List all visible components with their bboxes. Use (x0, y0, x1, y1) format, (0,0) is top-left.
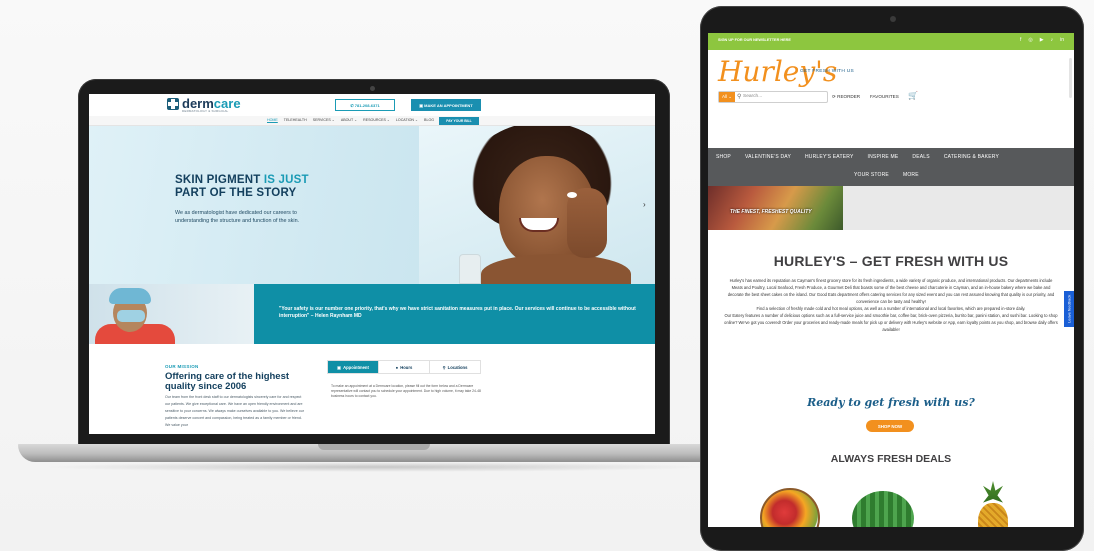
laptop-shadow (40, 462, 710, 472)
nurse-cap (109, 288, 151, 304)
nav-more[interactable]: MORE (903, 172, 919, 178)
info-tabs: ▣ Appointment ● Hours ⚲ Locations (327, 360, 481, 374)
nav-shop[interactable]: SHOP (716, 154, 731, 160)
deals-title: ALWAYS FRESH DEALS (830, 453, 952, 465)
nav-row-2: YOUR STORE MORE (854, 172, 919, 178)
tab-appointment[interactable]: ▣ Appointment (328, 361, 379, 373)
nav-eatery[interactable]: HURLEY'S EATERY (805, 154, 854, 160)
pin-icon: ⚲ (442, 364, 446, 370)
search-input[interactable]: Search... (743, 94, 762, 99)
laptop-camera (370, 86, 375, 91)
mission-title: Offering care of the highest quality sin… (165, 371, 290, 392)
mission-label: OUR MISSION (165, 364, 199, 369)
nav-home[interactable]: HOME (267, 118, 278, 122)
nav-services[interactable]: SERVICES ⌄ (313, 118, 335, 122)
linkedin-icon[interactable]: in (1060, 37, 1064, 43)
pay-bill-button[interactable]: PAY YOUR BILL (439, 117, 479, 125)
reorder-link[interactable]: ⟳ REORDER (832, 94, 860, 100)
hero-cream (567, 192, 577, 198)
hero-hand (567, 188, 607, 258)
derm-nav: HOME TELEHEALTH SERVICES ⌄ ABOUT ⌄ RESOU… (89, 116, 655, 126)
nav-row-1: SHOP VALENTINE'S DAY HURLEY'S EATERY INS… (716, 154, 999, 160)
newsletter-bar: SIGN UP FOR OUR NEWSLETTER HERE f ◎ ▶ ♪ … (708, 33, 1074, 50)
derm-hero: › (89, 126, 655, 284)
derm-header: dermcare DERMATOLOGY & SURGICAL ✆ 781-20… (89, 94, 655, 116)
nav-inspire[interactable]: INSPIRE ME (868, 154, 899, 160)
tab-body: To make an appointment at a Dermcare loc… (331, 384, 481, 398)
tiktok-icon[interactable]: ♪ (1051, 37, 1054, 43)
search-icon: ⚲ (737, 94, 742, 100)
hero-bottle (459, 254, 481, 284)
calendar-icon: ▣ (337, 364, 342, 370)
derm-logo-subtitle: DERMATOLOGY & SURGICAL (182, 109, 229, 113)
nav-location[interactable]: LOCATION ⌄ (396, 118, 418, 122)
newsletter-link[interactable]: SIGN UP FOR OUR NEWSLETTER HERE (718, 38, 791, 42)
mission-body: Our team from the front desk staff to ou… (165, 395, 304, 427)
laptop-notch (318, 444, 430, 450)
derm-nav-items: HOME TELEHEALTH SERVICES ⌄ ABOUT ⌄ RESOU… (267, 118, 457, 122)
tab-hours[interactable]: ● Hours (379, 361, 430, 373)
tablet-camera (890, 16, 896, 22)
nurse-mask (117, 310, 145, 322)
cta-heading: Ready to get fresh with us? (807, 396, 975, 409)
search-bar[interactable]: All ⌄ ⚲ Search... (718, 91, 828, 103)
scrollbar[interactable] (1069, 58, 1072, 98)
nurse-photo (89, 284, 254, 344)
nav-valentines[interactable]: VALENTINE'S DAY (745, 154, 791, 160)
nav-about[interactable]: ABOUT ⌄ (341, 118, 357, 122)
hero-title: SKIN PIGMENT IS JUST PART OF THE STORY (175, 174, 309, 199)
safety-quote: "Your safety is our number one priority,… (279, 306, 636, 319)
hurleys-title: HURLEY'S – GET FRESH WITH US (773, 253, 1009, 269)
hurleys-nav: SHOP VALENTINE'S DAY HURLEY'S EATERY INS… (708, 148, 1074, 186)
nav-resources[interactable]: RESOURCES ⌄ (363, 118, 390, 122)
social-links: f ◎ ▶ ♪ in (1020, 37, 1064, 43)
phone-button[interactable]: ✆ 781-208-6371 (335, 99, 395, 111)
facebook-icon[interactable]: f (1020, 37, 1021, 43)
promo-banner[interactable]: THE FINEST, FRESHEST QUALITY (708, 186, 843, 230)
nav-catering[interactable]: CATERING & BAKERY (944, 154, 999, 160)
body-paragraph-2: Find a selection of freshly made cold an… (756, 306, 1026, 311)
body-paragraph-3: Our Eatery features a number of deliciou… (724, 313, 1058, 332)
tab-locations[interactable]: ⚲ Locations (430, 361, 480, 373)
hurleys-tagline: GET FRESH WITH US (800, 69, 855, 74)
cart-icon[interactable]: 🛒 (908, 91, 918, 100)
nav-deals[interactable]: DEALS (912, 154, 929, 160)
fruit-basket-image[interactable] (760, 488, 820, 527)
watermelon-image[interactable] (852, 491, 914, 527)
search-category-select[interactable]: All ⌄ (719, 92, 735, 102)
instagram-icon[interactable]: ◎ (1028, 37, 1032, 43)
pineapple-image[interactable] (978, 503, 1008, 527)
tablet-screen: SIGN UP FOR OUR NEWSLETTER HERE f ◎ ▶ ♪ … (708, 33, 1074, 527)
slider-next-icon[interactable]: › (643, 200, 646, 209)
hero-body: We as dermatologist have dedicated our c… (175, 210, 300, 224)
cross-logo-icon (167, 98, 179, 110)
make-appointment-button[interactable]: ▣ MAKE AN APPOINTMENT (411, 99, 481, 111)
clock-icon: ● (395, 364, 399, 370)
shop-now-button[interactable]: SHOP NOW (866, 420, 914, 432)
banner-text: THE FINEST, FRESHEST QUALITY (730, 209, 812, 215)
favourites-link[interactable]: FAVOURITES (870, 94, 899, 99)
youtube-icon[interactable]: ▶ (1040, 37, 1044, 43)
feedback-tab[interactable]: Leave feedback (1064, 291, 1074, 327)
banner-placeholder (843, 186, 1074, 230)
body-paragraph-1: Hurley's has earned its reputation as Ca… (727, 278, 1055, 304)
hurleys-body: Hurley's has earned its reputation as Ca… (724, 277, 1058, 333)
laptop-screen: dermcare DERMATOLOGY & SURGICAL ✆ 781-20… (89, 94, 655, 434)
mockup-stage: dermcare DERMATOLOGY & SURGICAL ✆ 781-20… (0, 0, 1094, 551)
pineapple-leaves (983, 481, 1003, 503)
nav-telehealth[interactable]: TELEHEALTH (284, 118, 307, 122)
nav-blog[interactable]: BLOG (424, 118, 434, 122)
nav-your-store[interactable]: YOUR STORE (854, 172, 889, 178)
